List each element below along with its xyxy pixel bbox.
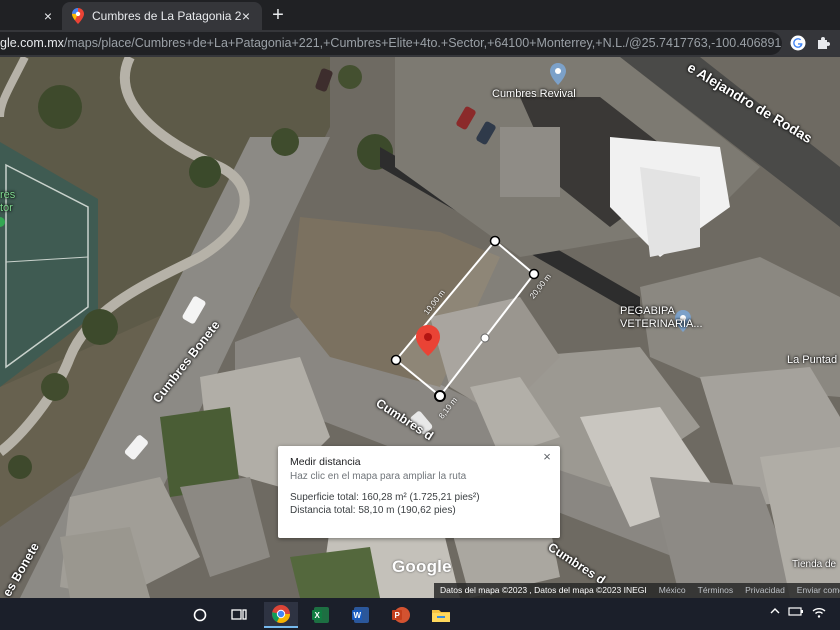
measure-card-area: Superficie total: 160,28 m² (1.725,21 pi… <box>290 492 480 503</box>
address-bar[interactable]: gle.com.mx/maps/place/Cumbres+de+La+Pata… <box>0 32 782 55</box>
place-label-tienda[interactable]: Tienda de <box>792 559 836 570</box>
measure-distance-card: Medir distancia Haz clic en el mapa para… <box>278 446 560 538</box>
battery-icon[interactable] <box>788 606 804 616</box>
map-attribution-bar: Datos del mapa ©2023 , Datos del mapa ©2… <box>434 583 840 598</box>
feedback-link[interactable]: Enviar come <box>791 583 840 598</box>
chevron-up-icon[interactable] <box>770 606 780 616</box>
tab-active[interactable]: Cumbres de La Patagonia 221 - G × <box>62 2 262 30</box>
file-explorer-icon[interactable] <box>424 602 458 628</box>
powerpoint-icon[interactable]: P <box>384 602 418 628</box>
privacy-link[interactable]: Privacidad <box>739 583 791 598</box>
url-text: gle.com.mx/maps/place/Cumbres+de+La+Pata… <box>0 36 782 50</box>
measure-card-title: Medir distancia <box>290 456 361 468</box>
terms-link[interactable]: Términos <box>692 583 739 598</box>
place-label-la-puntada[interactable]: La Puntad <box>787 354 837 366</box>
place-label-pegabipa-line2[interactable]: VETERINARIA... <box>620 318 703 330</box>
task-view-icon[interactable] <box>222 602 256 628</box>
word-icon[interactable]: W <box>344 602 378 628</box>
close-tab-icon[interactable]: × <box>238 8 254 24</box>
google-logo: Google <box>392 557 452 576</box>
url-host: gle.com.mx <box>0 36 64 50</box>
chrome-icon[interactable] <box>264 602 298 628</box>
url-path: /maps/place/Cumbres+de+La+Patagonia+221,… <box>63 36 782 50</box>
satellite-map[interactable]: e Alejandro de Rodas Cumbres Bonete Cumb… <box>0 57 840 598</box>
measure-card-hint: Haz clic en el mapa para ampliar la ruta <box>290 471 467 482</box>
excel-icon[interactable]: X <box>304 602 338 628</box>
circle-search-icon[interactable] <box>183 602 217 628</box>
extensions-icon[interactable] <box>816 35 832 51</box>
new-tab-button[interactable]: + <box>268 4 288 26</box>
tab-previous[interactable]: × <box>0 2 62 30</box>
svg-text:W: W <box>354 611 362 620</box>
attribution-country[interactable]: México <box>653 583 692 598</box>
wifi-icon[interactable] <box>812 606 826 618</box>
close-icon[interactable]: × <box>540 450 554 464</box>
measure-card-distance: Distancia total: 58,10 m (190,62 pies) <box>290 505 456 516</box>
place-label-park-line2[interactable]: tor <box>0 202 13 214</box>
tab-title: Cumbres de La Patagonia 221 - G <box>92 9 242 23</box>
windows-taskbar: X W P <box>0 598 840 630</box>
attribution-data: Datos del mapa ©2023 , Datos del mapa ©2… <box>440 585 647 595</box>
close-tab-icon[interactable]: × <box>40 8 56 24</box>
maps-favicon-icon <box>72 8 84 24</box>
place-label-park-line1[interactable]: res <box>0 189 15 201</box>
tab-strip: × Cumbres de La Patagonia 221 - G × + <box>0 0 840 30</box>
google-account-icon[interactable] <box>790 35 806 51</box>
system-tray[interactable] <box>770 606 840 622</box>
svg-text:P: P <box>395 611 401 620</box>
browser-toolbar: gle.com.mx/maps/place/Cumbres+de+La+Pata… <box>0 30 840 57</box>
place-label-cumbres-revival[interactable]: Cumbres Revival <box>492 88 576 100</box>
place-label-pegabipa[interactable]: PEGABIPA <box>620 305 675 317</box>
svg-text:X: X <box>315 611 321 620</box>
